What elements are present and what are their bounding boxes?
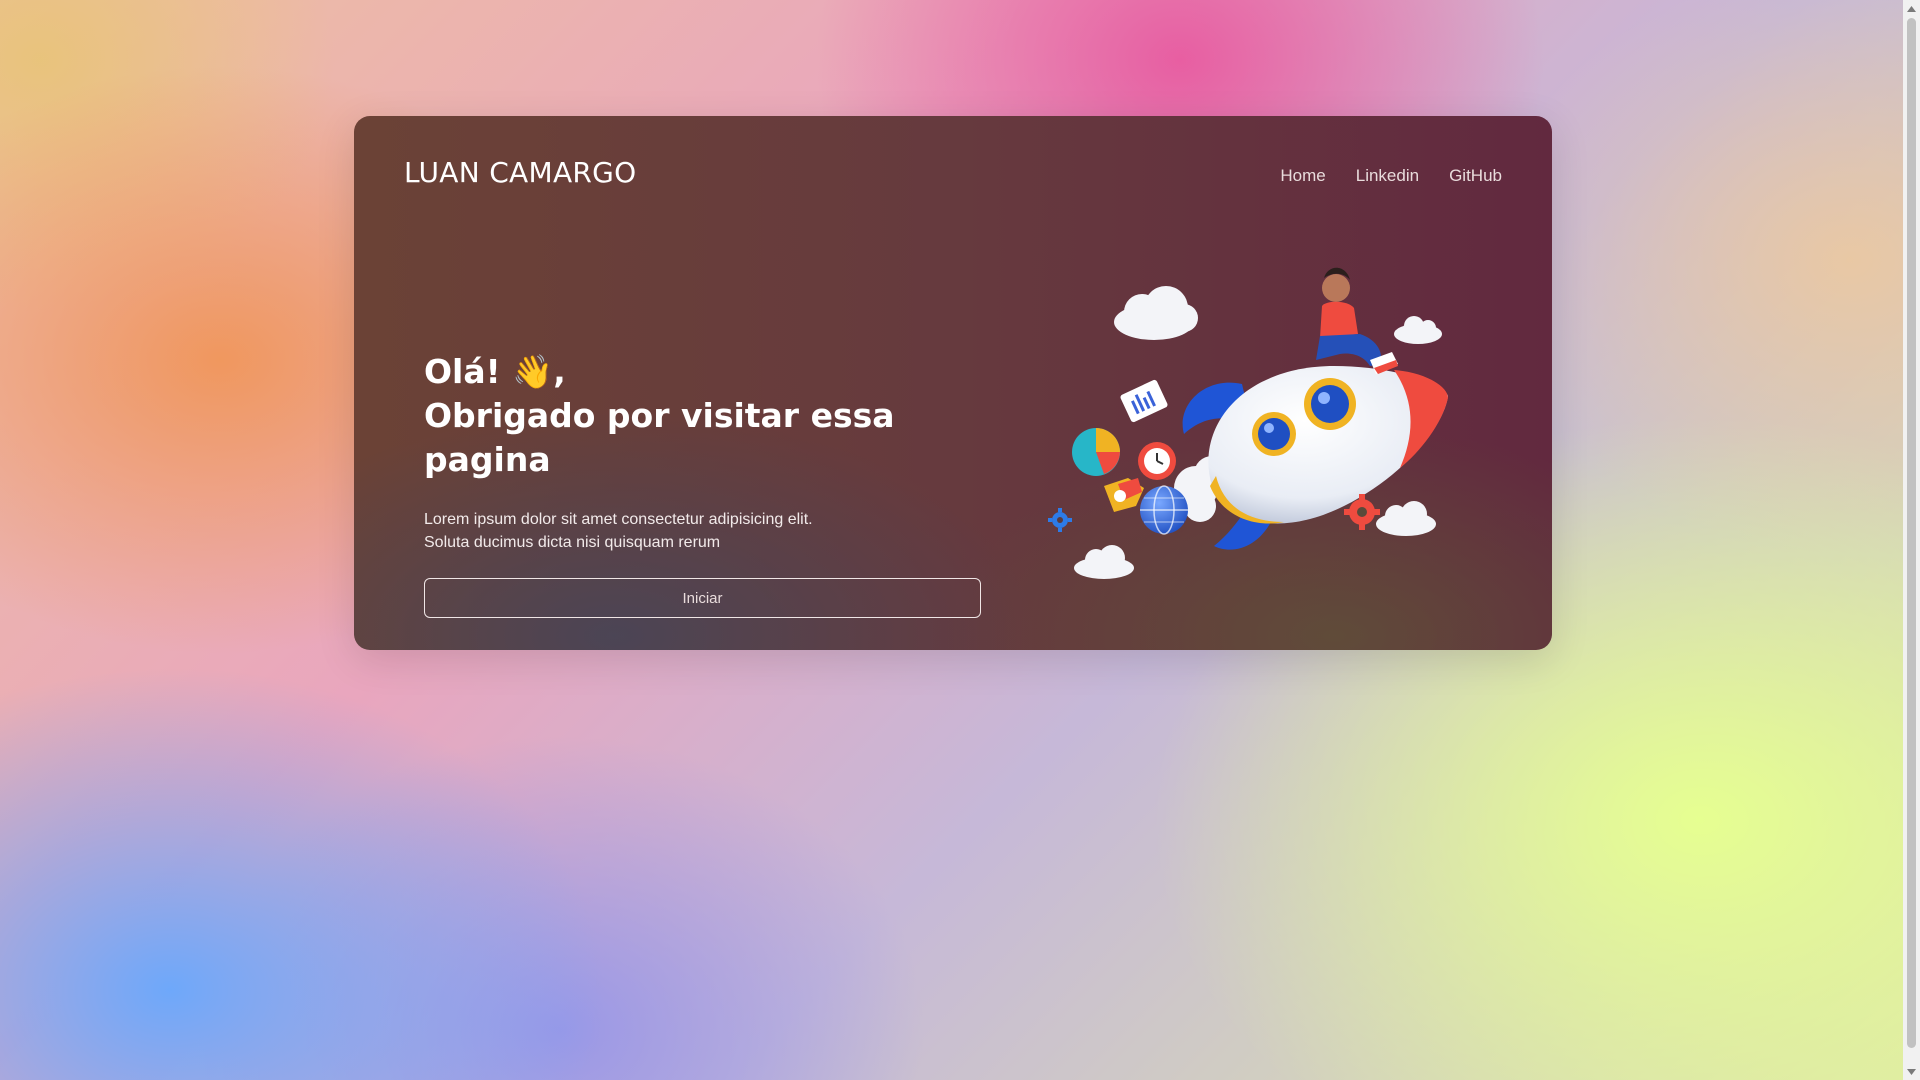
main-nav: Home Linkedin GitHub [1280, 166, 1502, 186]
nav-link-home[interactable]: Home [1280, 166, 1325, 186]
rocket-graphic [1048, 267, 1448, 579]
nav-link-linkedin[interactable]: Linkedin [1356, 166, 1419, 186]
pie-chart-icon [1072, 428, 1120, 476]
globe-icon [1140, 485, 1188, 535]
cloud-icon [1114, 286, 1198, 340]
vertical-scrollbar[interactable] [1903, 0, 1920, 1080]
cloud-icon [1074, 545, 1134, 579]
document-chart-icon [1120, 379, 1168, 423]
hero-description: Lorem ipsum dolor sit amet consectetur a… [424, 508, 984, 554]
site-logo[interactable]: LUAN CAMARGO [404, 156, 637, 189]
scroll-thumb[interactable] [1907, 18, 1916, 1048]
scroll-down-icon[interactable] [1903, 1063, 1920, 1080]
headline-heading: Obrigado por visitar essa pagina [424, 396, 895, 479]
greeting-heading: Olá! 👋, [424, 352, 566, 391]
cloud-icon [1376, 501, 1436, 536]
nav-link-github[interactable]: GitHub [1449, 166, 1502, 186]
description-line: Lorem ipsum dolor sit amet consectetur a… [424, 511, 813, 528]
hero-text: Olá! 👋, Obrigado por visitar essa pagina… [424, 350, 984, 618]
start-button[interactable]: Iniciar [424, 578, 981, 618]
rocket-illustration [1044, 256, 1464, 596]
map-icon [1104, 478, 1144, 512]
scroll-up-icon[interactable] [1903, 0, 1920, 17]
cloud-icon [1394, 316, 1442, 344]
gear-icon [1048, 508, 1072, 532]
clock-icon [1138, 442, 1176, 480]
hero-card: LUAN CAMARGO Home Linkedin GitHub Olá! 👋… [354, 116, 1552, 650]
description-line: Soluta ducimus dicta nisi quisquam rerum [424, 534, 721, 551]
person-icon [1316, 267, 1398, 374]
